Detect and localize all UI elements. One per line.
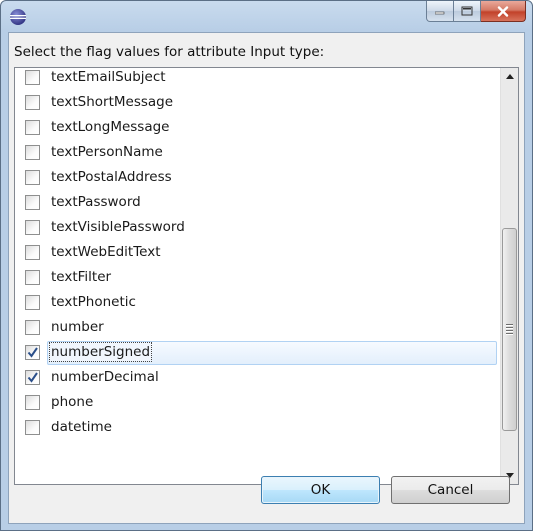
close-icon	[497, 5, 509, 17]
dialog-prompt: Select the flag values for attribute Inp…	[14, 44, 325, 60]
list-item[interactable]: textShortMessage	[15, 90, 500, 115]
dialog-window: Select the flag values for attribute Inp…	[0, 0, 533, 531]
flag-label: numberDecimal	[51, 369, 159, 385]
list-item[interactable]: numberSigned	[15, 340, 500, 365]
arrow-up-icon	[505, 74, 514, 79]
flag-checkbox[interactable]	[25, 145, 40, 160]
list-item[interactable]: textFilter	[15, 265, 500, 290]
flag-label: textPassword	[51, 194, 141, 210]
flag-label: textShortMessage	[51, 94, 174, 110]
flag-label: textEmailSubject	[51, 69, 166, 85]
list-item[interactable]: textLongMessage	[15, 115, 500, 140]
checkmark-icon	[27, 347, 38, 358]
flag-checkbox[interactable]	[25, 345, 40, 360]
flag-label: number	[51, 319, 104, 335]
list-item[interactable]: textVisiblePassword	[15, 215, 500, 240]
maximize-icon	[461, 6, 473, 16]
flag-label: datetime	[51, 419, 112, 435]
flag-label: numberSigned	[48, 342, 153, 362]
flag-checkbox[interactable]	[25, 170, 40, 185]
minimize-button[interactable]	[426, 1, 454, 22]
flag-label: phone	[51, 394, 94, 410]
flag-checkbox[interactable]	[25, 420, 40, 435]
flag-checkbox[interactable]	[25, 295, 40, 310]
checkmark-icon	[27, 372, 38, 383]
flag-label: textPersonName	[51, 144, 163, 160]
flag-label: textPostalAddress	[51, 169, 172, 185]
flag-checkbox[interactable]	[25, 395, 40, 410]
flag-label: textVisiblePassword	[51, 219, 185, 235]
flag-checkbox[interactable]	[25, 245, 40, 260]
flag-label: textLongMessage	[51, 119, 170, 135]
flag-checkbox[interactable]	[25, 370, 40, 385]
flag-checkbox[interactable]	[25, 320, 40, 335]
list-item[interactable]: numberDecimal	[15, 365, 500, 390]
list-item[interactable]: textPassword	[15, 190, 500, 215]
flag-checkbox[interactable]	[25, 195, 40, 210]
eclipse-icon	[10, 9, 26, 25]
flag-checkbox[interactable]	[25, 270, 40, 285]
list-item[interactable]: datetime	[15, 415, 500, 440]
flag-checkbox[interactable]	[25, 120, 40, 135]
close-button[interactable]	[481, 1, 526, 22]
list-item[interactable]: textWebEditText	[15, 240, 500, 265]
ok-button[interactable]: OK	[261, 476, 380, 504]
maximize-button[interactable]	[454, 1, 481, 22]
flag-checkbox[interactable]	[25, 95, 40, 110]
grip-icon	[506, 324, 513, 336]
list-item[interactable]: textPostalAddress	[15, 165, 500, 190]
flag-checkbox[interactable]	[25, 220, 40, 235]
flag-label: textFilter	[51, 269, 112, 285]
list-item[interactable]: textEmailSubject	[15, 68, 500, 90]
list-item[interactable]: textPersonName	[15, 140, 500, 165]
scroll-thumb[interactable]	[502, 228, 517, 431]
flag-checkbox[interactable]	[25, 70, 40, 85]
flag-list[interactable]: textEmailSubject textShortMessage textLong…	[14, 67, 519, 485]
list-item[interactable]: phone	[15, 390, 500, 415]
dialog-body: Select the flag values for attribute Inp…	[8, 32, 525, 524]
flag-label: textWebEditText	[51, 244, 161, 260]
list-item[interactable]: textPhonetic	[15, 290, 500, 315]
vertical-scrollbar[interactable]	[500, 68, 518, 484]
minimize-icon	[435, 11, 445, 15]
list-item[interactable]: number	[15, 315, 500, 340]
flag-label: textPhonetic	[51, 294, 136, 310]
cancel-button[interactable]: Cancel	[391, 476, 510, 504]
title-bar[interactable]	[1, 1, 532, 33]
scroll-up-button[interactable]	[501, 68, 518, 85]
